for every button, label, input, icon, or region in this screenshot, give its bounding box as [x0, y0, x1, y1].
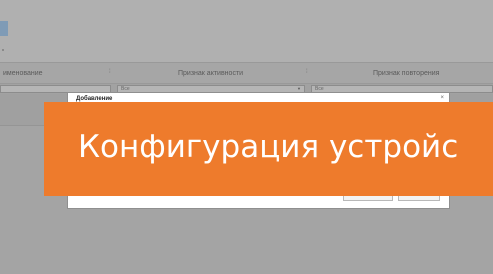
column-header-repeat[interactable]: Признак повторения: [373, 70, 439, 77]
banner-title: Конфигурация устройс: [78, 129, 459, 165]
column-resize-handle[interactable]: ⁞: [306, 69, 308, 75]
column-resize-handle[interactable]: ⁞: [109, 69, 111, 75]
title-banner: Конфигурация устройс: [44, 102, 493, 196]
page-header-area: [0, 0, 493, 62]
column-header-activity[interactable]: Признак активности: [178, 70, 243, 77]
toolbar-divider: [2, 49, 4, 51]
toolbar-button[interactable]: [0, 21, 8, 36]
close-icon[interactable]: ×: [440, 95, 444, 101]
column-header-name[interactable]: именование: [3, 70, 43, 77]
table-header-row: именование ⁞ Признак активности ⁞ Призна…: [0, 62, 493, 84]
